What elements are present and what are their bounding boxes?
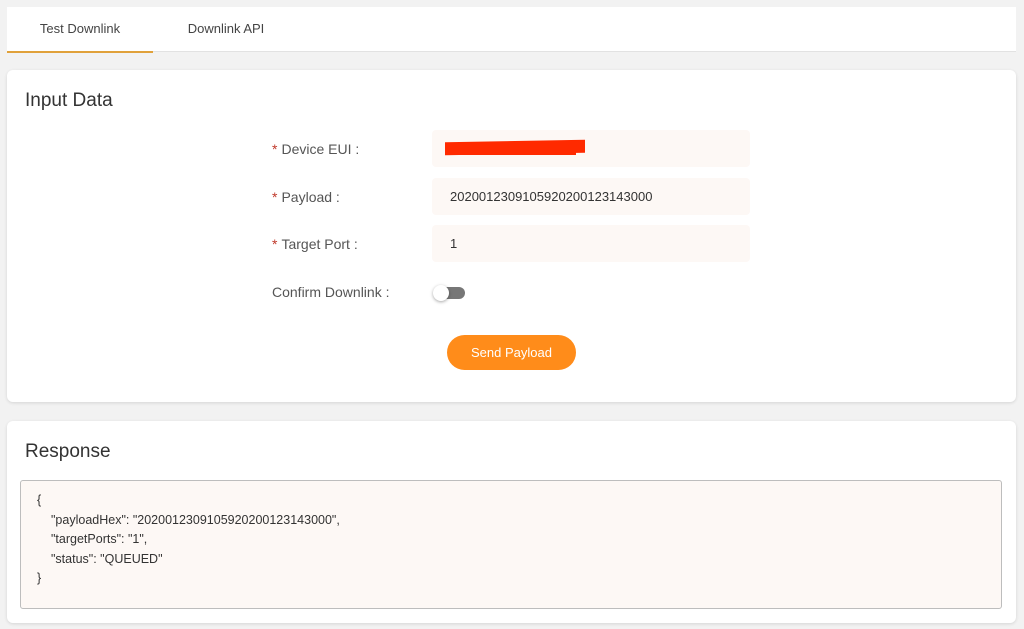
- response-title: Response: [25, 441, 111, 462]
- required-marker: *: [272, 236, 278, 252]
- required-marker: *: [272, 141, 278, 157]
- response-card: Response { "payloadHex": "20200123091059…: [7, 421, 1016, 623]
- redaction-mark: [456, 148, 576, 155]
- json-line: "targetPorts": "1",: [51, 532, 148, 546]
- tab-bar: Test Downlink Downlink API: [7, 7, 1016, 53]
- confirm-downlink-toggle[interactable]: [433, 285, 465, 301]
- json-line: }: [37, 571, 42, 585]
- required-marker: *: [272, 189, 278, 205]
- device-eui-label: * Device EUI :: [272, 141, 360, 157]
- response-output: { "payloadHex": "20200123091059202001231…: [20, 480, 1002, 609]
- toggle-knob: [433, 285, 449, 301]
- send-payload-button[interactable]: Send Payload: [447, 335, 576, 370]
- input-data-card: Input Data *Device EUI : *Payload : *Tar…: [7, 70, 1016, 402]
- payload-input[interactable]: [432, 178, 750, 215]
- json-line: "payloadHex": "2020012309105920200123143…: [51, 512, 340, 527]
- input-data-title: Input Data: [25, 90, 113, 111]
- confirm-downlink-label: Confirm Downlink :: [272, 284, 390, 300]
- device-eui-field[interactable]: [432, 130, 750, 167]
- payload-label: * Payload :: [272, 189, 340, 205]
- tab-downlink-api[interactable]: Downlink API: [153, 7, 299, 52]
- json-line: {: [37, 493, 42, 507]
- target-port-label: * Target Port :: [272, 236, 358, 252]
- target-port-input[interactable]: [432, 225, 750, 262]
- json-line: "status": "QUEUED": [51, 551, 163, 566]
- tab-test-downlink[interactable]: Test Downlink: [7, 7, 153, 53]
